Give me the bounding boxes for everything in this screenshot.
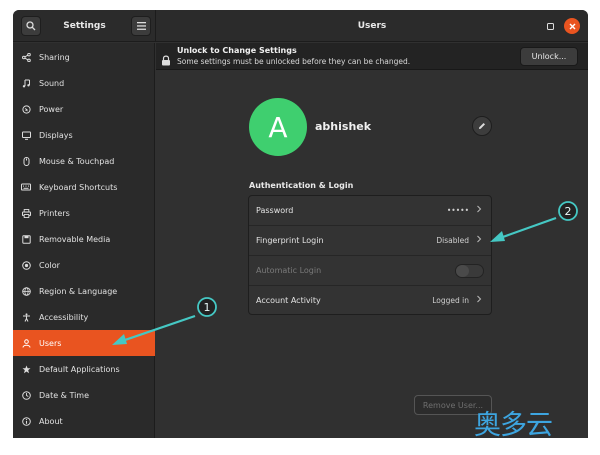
power-icon — [13, 104, 39, 114]
media-icon — [13, 234, 39, 244]
chevron-right-icon — [476, 205, 482, 215]
page-title: Users — [357, 21, 387, 31]
sidebar-item-power[interactable]: Power — [13, 96, 155, 122]
keyboard-icon — [13, 183, 39, 191]
row-label: Fingerprint Login — [256, 236, 324, 245]
clock-icon — [13, 390, 39, 400]
sidebar-item-keyboard-shortcuts[interactable]: Keyboard Shortcuts — [13, 174, 155, 200]
chevron-right-icon — [476, 295, 482, 305]
sidebar-item-label: Users — [39, 338, 62, 348]
sidebar-item-label: Displays — [39, 130, 73, 140]
sidebar-item-label: Accessibility — [39, 312, 89, 322]
unlock-button[interactable]: Unlock... — [520, 47, 578, 66]
user-name: abhishek — [315, 120, 372, 133]
accessibility-icon — [13, 312, 39, 322]
sidebar-item-about[interactable]: About — [13, 408, 155, 434]
sidebar-item-date-time[interactable]: Date & Time — [13, 382, 155, 408]
sidebar-item-sharing[interactable]: Sharing — [13, 44, 155, 70]
color-icon — [13, 260, 39, 270]
password-row[interactable]: Password ••••• — [249, 196, 491, 226]
account-activity-row[interactable]: Account Activity Logged in — [249, 286, 491, 316]
sidebar-item-accessibility[interactable]: Accessibility — [13, 304, 155, 330]
auth-section-heading: Authentication & Login — [249, 181, 354, 190]
hamburger-menu-icon — [136, 22, 146, 30]
row-label: Automatic Login — [256, 266, 322, 275]
avatar[interactable]: A — [249, 98, 307, 156]
sidebar-item-label: Default Applications — [39, 364, 120, 374]
sidebar-header: Settings — [13, 10, 156, 42]
toggle-knob — [456, 265, 469, 277]
infobar-subtitle: Some settings must be unlocked before th… — [177, 57, 411, 66]
pencil-icon — [479, 123, 485, 129]
sidebar: Sharing Sound Power Displays Mouse & Tou… — [13, 43, 155, 438]
menu-button[interactable] — [131, 16, 151, 36]
sidebar-item-label: Sharing — [39, 52, 70, 62]
music-note-icon — [13, 79, 39, 88]
close-button[interactable] — [564, 18, 580, 34]
sidebar-item-sound[interactable]: Sound — [13, 70, 155, 96]
star-icon — [13, 365, 39, 374]
row-value: Disabled — [436, 236, 469, 245]
row-value: Logged in — [432, 296, 469, 305]
chevron-right-icon — [476, 235, 482, 245]
globe-icon — [13, 286, 39, 296]
settings-window: Settings Users Sharing Sound Power Displ — [13, 10, 588, 438]
close-icon — [569, 23, 575, 29]
watermark-text: 奥多云 — [474, 410, 553, 441]
share-icon — [13, 52, 39, 62]
fingerprint-login-row[interactable]: Fingerprint Login Disabled — [249, 226, 491, 256]
sidebar-item-label: Mouse & Touchpad — [39, 156, 115, 166]
sidebar-item-label: Removable Media — [39, 234, 111, 244]
edit-name-button[interactable] — [472, 116, 492, 136]
header-bar: Settings Users — [13, 10, 588, 42]
display-icon — [13, 131, 39, 140]
sidebar-item-printers[interactable]: Printers — [13, 200, 155, 226]
lock-icon — [161, 51, 171, 70]
auth-list: Password ••••• Fingerprint Login Disable… — [248, 195, 492, 315]
row-value: ••••• — [446, 206, 469, 215]
sidebar-item-users[interactable]: Users — [13, 330, 155, 356]
sidebar-item-label: Date & Time — [39, 390, 90, 400]
unlock-infobar: Unlock to Change Settings Some settings … — [156, 43, 588, 70]
automatic-login-row: Automatic Login — [249, 256, 491, 286]
sidebar-item-label: Keyboard Shortcuts — [39, 182, 118, 192]
printer-icon — [13, 208, 39, 218]
sidebar-item-mouse-touchpad[interactable]: Mouse & Touchpad — [13, 148, 155, 174]
row-label: Account Activity — [256, 296, 321, 305]
mouse-icon — [13, 156, 39, 166]
sidebar-item-label: Region & Language — [39, 286, 118, 296]
sidebar-item-label: About — [39, 416, 63, 426]
minimize-icon — [546, 22, 554, 30]
sidebar-item-label: Printers — [39, 208, 70, 218]
sidebar-item-removable-media[interactable]: Removable Media — [13, 226, 155, 252]
sidebar-item-label: Sound — [39, 78, 65, 88]
sidebar-item-region-language[interactable]: Region & Language — [13, 278, 155, 304]
automatic-login-toggle[interactable] — [455, 264, 484, 278]
users-icon — [13, 338, 39, 348]
minimize-button[interactable] — [546, 22, 554, 30]
info-icon — [13, 416, 39, 426]
sidebar-item-label: Color — [39, 260, 60, 270]
avatar-letter: A — [268, 110, 288, 144]
row-label: Password — [256, 206, 294, 215]
sidebar-item-default-applications[interactable]: Default Applications — [13, 356, 155, 382]
sidebar-item-color[interactable]: Color — [13, 252, 155, 278]
sidebar-item-displays[interactable]: Displays — [13, 122, 155, 148]
infobar-title: Unlock to Change Settings — [177, 46, 297, 55]
sidebar-item-label: Power — [39, 104, 64, 114]
